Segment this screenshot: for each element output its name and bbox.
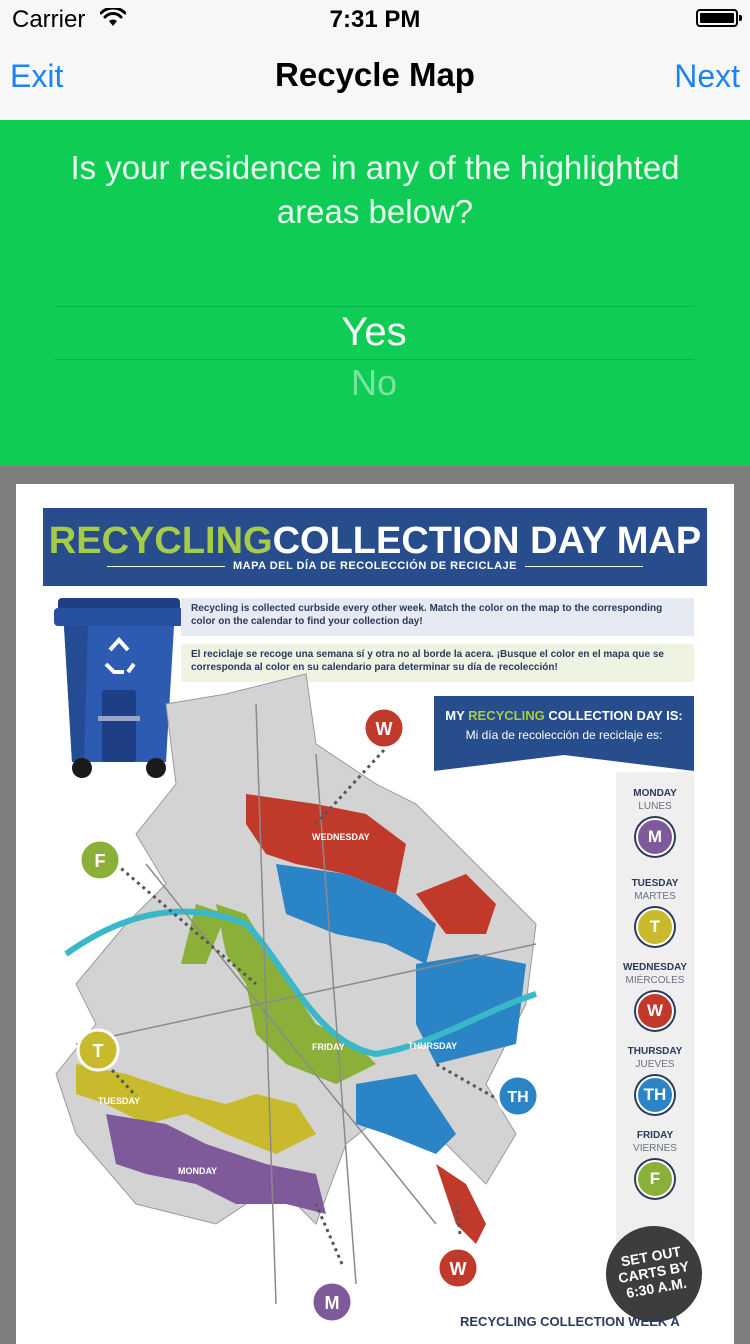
legend-day-es: LUNES [638,801,672,812]
picker-divider-bottom [54,359,694,360]
callout-th-label: TH [507,1089,528,1106]
map-banner: RECYCLINGCOLLECTION DAY MAP MAPA DEL DÍA… [43,508,707,586]
zone-label-tuesday: TUESDAY [98,1096,140,1106]
legend-day-en: TUESDAY [631,878,679,889]
legend-friday: FRIDAY VIERNES F [616,1130,694,1198]
zone-label-wednesday: WEDNESDAY [312,832,370,842]
battery-icon [696,9,742,27]
legend-tuesday: TUESDAY MARTES T [616,878,694,946]
legend-day-en: MONDAY [633,788,677,799]
legend-wednesday: WEDNESDAY MIÉRCOLES W [616,962,694,1030]
info-text-english: Recycling is collected curbside every ot… [181,598,694,636]
callout-t: T [76,1028,120,1072]
map-title: RECYCLINGCOLLECTION DAY MAP [43,520,707,563]
monday-badge: M [636,818,674,856]
city-zone-map: WEDNESDAY THURSDAY FRIDAY TUESDAY MONDAY… [55,673,540,1324]
week-label: RECYCLING COLLECTION WEEK A [460,1314,680,1329]
wednesday-badge: W [636,992,674,1030]
legend-monday: MONDAY LUNES M [616,788,694,856]
callout-th: TH [496,1074,540,1118]
legend-day-en: FRIDAY [636,1130,674,1141]
callout-m-label: M [325,1293,340,1313]
callout-w-top: W [362,706,406,750]
legend-day-es: MARTES [634,891,676,902]
legend-day-es: JUEVES [635,1059,675,1070]
callout-w-top-label: W [376,719,393,739]
callout-w-bottom-label: W [450,1259,467,1279]
next-button[interactable]: Next [674,58,740,95]
navigation-bar: Exit Recycle Map Next [0,40,750,120]
legend-thursday: THURSDAY JUEVES TH [616,1046,694,1114]
zone-label-monday: MONDAY [178,1166,217,1176]
question-text: Is your residence in any of the highligh… [70,149,680,230]
friday-badge: F [636,1160,674,1198]
recycling-map-image: RECYCLINGCOLLECTION DAY MAP MAPA DEL DÍA… [16,484,734,1344]
map-title-green: RECYCLING [48,520,273,562]
callout-t-label: T [93,1041,104,1061]
map-title-white: COLLECTION DAY MAP [272,520,702,562]
page-title: Recycle Map [275,56,475,93]
callout-f: F [78,838,122,882]
legend-day-en: WEDNESDAY [622,962,688,973]
status-time: 7:31 PM [329,6,421,33]
map-subtitle: MAPA DEL DÍA DE RECOLECCIÓN DE RECICLAJE [43,560,707,572]
question-panel: Is your residence in any of the highligh… [0,120,750,466]
callout-w-bottom: W [436,1246,480,1290]
picker-option-no[interactable]: No [54,362,694,396]
thursday-badge: TH [636,1076,674,1114]
status-bar: Carrier 7:31 PM [0,0,750,40]
zone-label-friday: FRIDAY [312,1042,345,1052]
legend-day-es: MIÉRCOLES [625,975,685,986]
tuesday-badge: T [636,908,674,946]
picker-option-yes[interactable]: Yes [54,310,694,355]
picker-divider-top [54,306,694,307]
callout-f-label: F [95,851,106,871]
legend-day-es: VIERNES [633,1143,677,1154]
legend-day-en: THURSDAY [627,1046,683,1057]
collection-day-legend: MONDAY LUNES M TUESDAY MARTES T WEDNESDA… [616,772,694,1242]
zone-label-thursday: THURSDAY [408,1041,457,1051]
callout-m: M [310,1280,354,1324]
